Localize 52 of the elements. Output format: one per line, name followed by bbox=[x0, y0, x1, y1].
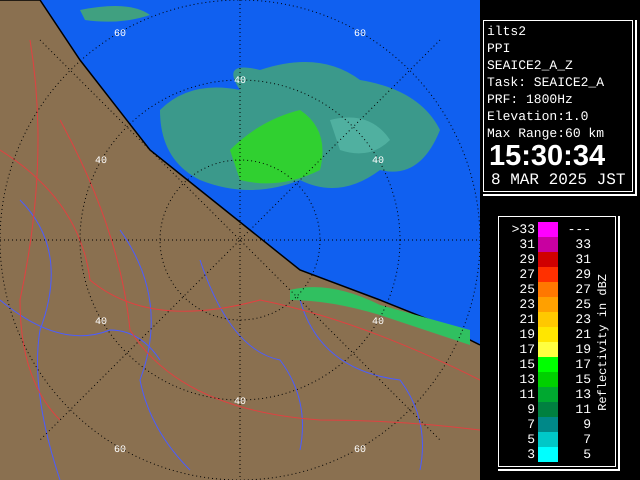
range-label: 60 bbox=[114, 29, 126, 40]
legend-low-label: 11 bbox=[518, 387, 535, 402]
time-text: 15:30:34 bbox=[489, 142, 606, 170]
range-label: 40 bbox=[234, 76, 246, 87]
legend-high-label: 13 bbox=[574, 387, 591, 402]
legend-high-label: 21 bbox=[574, 327, 591, 342]
range-label: 40 bbox=[372, 156, 384, 167]
range-label: 40 bbox=[234, 397, 246, 408]
legend-low-label: 17 bbox=[518, 342, 535, 357]
legend-low-label: 27 bbox=[518, 267, 535, 282]
info-text: PPI bbox=[487, 40, 512, 57]
legend-high-label: 23 bbox=[574, 312, 591, 327]
legend-low-label: 15 bbox=[518, 357, 535, 372]
legend-low-label: 21 bbox=[518, 312, 535, 327]
legend-low-label: 5 bbox=[526, 432, 535, 447]
info-text: Max Range:60 km bbox=[487, 125, 606, 142]
legend-high-label: 25 bbox=[574, 297, 591, 312]
info-text: SEAICE2_A_Z bbox=[487, 57, 574, 74]
range-label: 60 bbox=[354, 29, 366, 40]
legend-low-label: 7 bbox=[526, 417, 535, 432]
legend-low-label: 19 bbox=[518, 327, 535, 342]
range-label: 60 bbox=[354, 445, 366, 456]
range-label: 60 bbox=[114, 445, 126, 456]
legend-high-label: 33 bbox=[574, 237, 591, 252]
legend-high-label: 19 bbox=[574, 342, 591, 357]
legend-low-label: 3 bbox=[526, 447, 535, 462]
range-label: 40 bbox=[372, 317, 384, 328]
legend-low-label: 29 bbox=[518, 252, 535, 267]
info-text: Elevation:1.0 bbox=[487, 108, 590, 125]
legend-high-label: 5 bbox=[582, 447, 591, 462]
legend-high-label: 31 bbox=[574, 252, 591, 267]
legend-high-label: 27 bbox=[574, 282, 591, 297]
legend-high-label: 15 bbox=[574, 372, 591, 387]
legend-low-label: 23 bbox=[518, 297, 535, 312]
legend-high-label: 17 bbox=[574, 357, 591, 372]
range-label: 40 bbox=[95, 156, 107, 167]
legend-low-label: 9 bbox=[526, 402, 535, 417]
legend-title: Reflectivity in dBZ bbox=[595, 274, 611, 410]
info-text: PRF: 1800Hz bbox=[487, 91, 574, 108]
legend-low-label: 25 bbox=[518, 282, 535, 297]
legend-low-label: >33 bbox=[510, 222, 535, 237]
range-label: 40 bbox=[95, 317, 107, 328]
legend-low-label: 31 bbox=[518, 237, 535, 252]
date-text: 8 MAR 2025 JST bbox=[491, 170, 626, 190]
legend-high-label: 9 bbox=[582, 417, 591, 432]
info-text: Task: SEAICE2_A bbox=[487, 74, 606, 91]
legend-high-label: 29 bbox=[574, 267, 591, 282]
legend-high-label: --- bbox=[566, 222, 591, 237]
info-text: ilts2 bbox=[487, 23, 528, 40]
legend-high-label: 7 bbox=[582, 432, 591, 447]
legend-low-label: 13 bbox=[518, 372, 535, 387]
legend-high-label: 11 bbox=[574, 402, 591, 417]
